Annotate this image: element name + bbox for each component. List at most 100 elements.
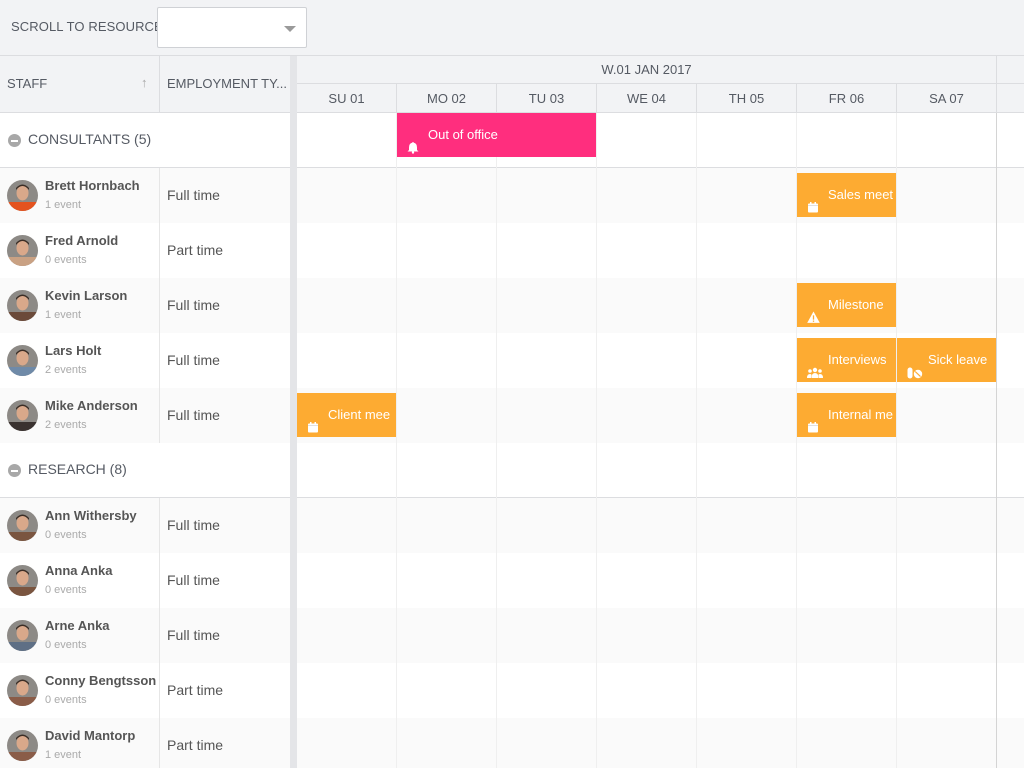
event-label: Sick leave xyxy=(928,352,988,367)
event-bar[interactable]: Internal me xyxy=(797,393,896,437)
employment-cell: Full time xyxy=(160,553,290,608)
grid-header: STAFF ↑ EMPLOYMENT TY... W.01 JAN 2017 S… xyxy=(0,56,1024,113)
column-header-staff[interactable]: STAFF ↑ xyxy=(0,56,160,113)
group-row: RESEARCH (8) xyxy=(0,443,1024,498)
staff-event-count: 2 events xyxy=(45,364,87,376)
staff-event-count: 0 events xyxy=(45,639,87,651)
staff-event-count: 1 event xyxy=(45,749,82,761)
staff-cell: Brett Hornbach 1 event xyxy=(0,168,160,223)
event-label: Milestone xyxy=(828,297,884,312)
staff-cell: David Mantorp 1 event xyxy=(0,718,160,768)
employment-cell: Full time xyxy=(160,333,290,388)
event-label: Internal me xyxy=(828,407,894,422)
day-divider xyxy=(596,113,597,768)
staff-event-count: 0 events xyxy=(45,584,87,596)
employment-cell: Full time xyxy=(160,608,290,663)
sort-ascending-icon[interactable]: ↑ xyxy=(141,75,148,90)
staff-cell: Arne Anka 0 events xyxy=(0,608,160,663)
employment-cell: Full time xyxy=(160,498,290,553)
event-bar[interactable]: Client mee xyxy=(297,393,396,437)
scroll-to-resource-label: SCROLL TO RESOURCE xyxy=(11,19,163,34)
toolbar: SCROLL TO RESOURCE xyxy=(0,0,1024,56)
staff-event-count: 0 events xyxy=(45,694,87,706)
column-header-employment[interactable]: EMPLOYMENT TY... xyxy=(160,56,290,113)
event-bar[interactable]: Sick leave xyxy=(897,338,996,382)
employment-type: Full time xyxy=(167,572,220,588)
employment-type: Full time xyxy=(167,352,220,368)
week-header-filler xyxy=(997,56,1024,84)
avatar xyxy=(7,675,38,706)
calendar-icon xyxy=(807,188,820,213)
collapse-icon[interactable] xyxy=(8,464,21,477)
employment-cell: Part time xyxy=(160,718,290,768)
employment-cell: Part time xyxy=(160,663,290,718)
event-label: Interviews xyxy=(828,352,887,367)
staff-row[interactable]: Anna Anka 0 events Full time xyxy=(0,553,1024,608)
employment-type: Full time xyxy=(167,187,220,203)
staff-cell: Anna Anka 0 events xyxy=(0,553,160,608)
day-header: SU 01 xyxy=(297,84,397,113)
calendar-icon xyxy=(307,408,320,433)
event-bar[interactable]: Interviews xyxy=(797,338,896,382)
employment-type: Part time xyxy=(167,682,224,698)
group-title: CONSULTANTS (5) xyxy=(28,131,152,147)
event-bar[interactable]: Sales meet xyxy=(797,173,896,217)
day-divider xyxy=(996,113,997,768)
avatar xyxy=(7,180,38,211)
staff-name: Conny Bengtsson xyxy=(45,673,157,688)
pills-icon xyxy=(907,353,923,379)
staff-name: Arne Anka xyxy=(45,618,110,633)
staff-row[interactable]: Ann Withersby 0 events Full time xyxy=(0,498,1024,553)
staff-name: Ann Withersby xyxy=(45,508,137,523)
event-label: Client mee xyxy=(328,407,391,422)
avatar xyxy=(7,620,38,651)
event-bar[interactable]: Out of office xyxy=(397,113,596,157)
bell-icon xyxy=(407,128,420,154)
employment-type: Part time xyxy=(167,242,224,258)
event-label: Sales meet xyxy=(828,187,894,202)
employment-type: Full time xyxy=(167,627,220,643)
staff-cell: Ann Withersby 0 events xyxy=(0,498,160,553)
staff-name: David Mantorp xyxy=(45,728,136,743)
collapse-icon[interactable] xyxy=(8,134,21,147)
grid-splitter[interactable] xyxy=(290,56,297,768)
staff-name: Lars Holt xyxy=(45,343,102,358)
staff-row[interactable]: Arne Anka 0 events Full time xyxy=(0,608,1024,663)
avatar xyxy=(7,510,38,541)
employment-type: Full time xyxy=(167,297,220,313)
day-divider xyxy=(696,113,697,768)
employment-type: Full time xyxy=(167,407,220,423)
avatar xyxy=(7,400,38,431)
event-label: Out of office xyxy=(428,127,498,142)
staff-row[interactable]: Conny Bengtsson 0 events Part time xyxy=(0,663,1024,718)
day-header: SA 07 xyxy=(897,84,997,113)
staff-event-count: 0 events xyxy=(45,254,87,266)
calendar-icon xyxy=(807,408,820,433)
avatar xyxy=(7,565,38,596)
employment-cell: Full time xyxy=(160,278,290,333)
staff-name: Brett Hornbach xyxy=(45,178,140,193)
day-header: TH 05 xyxy=(697,84,797,113)
column-header-employment-label: EMPLOYMENT TY... xyxy=(167,76,287,91)
staff-row[interactable]: Fred Arnold 0 events Part time xyxy=(0,223,1024,278)
staff-cell: Kevin Larson 1 event xyxy=(0,278,160,333)
scroll-to-resource-combo[interactable] xyxy=(157,7,307,48)
employment-cell: Full time xyxy=(160,388,290,443)
staff-name: Kevin Larson xyxy=(45,288,128,303)
day-header: WE 04 xyxy=(597,84,697,113)
staff-cell: Conny Bengtsson 0 events xyxy=(0,663,160,718)
avatar xyxy=(7,290,38,321)
users-icon xyxy=(807,353,823,378)
week-header: W.01 JAN 2017 xyxy=(297,56,997,84)
staff-row[interactable]: David Mantorp 1 event Part time xyxy=(0,718,1024,768)
staff-name: Mike Anderson xyxy=(45,398,138,413)
staff-cell: Fred Arnold 0 events xyxy=(0,223,160,278)
chevron-down-icon[interactable] xyxy=(284,26,296,32)
employment-type: Part time xyxy=(167,737,224,753)
day-divider xyxy=(496,113,497,768)
staff-event-count: 1 event xyxy=(45,309,82,321)
employment-cell: Part time xyxy=(160,223,290,278)
event-bar[interactable]: Milestone xyxy=(797,283,896,327)
avatar xyxy=(7,730,38,761)
day-header: TU 03 xyxy=(497,84,597,113)
